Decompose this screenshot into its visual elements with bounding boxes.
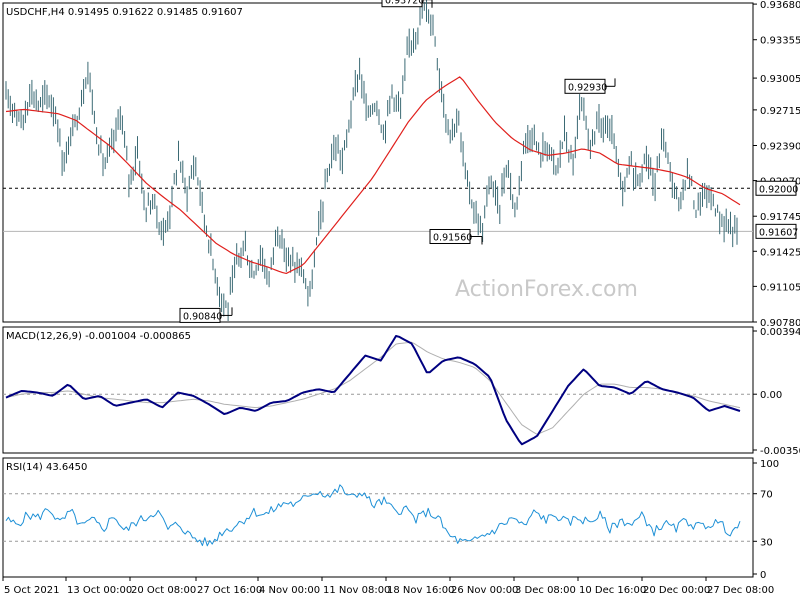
rsi-header: RSI(14) 43.6450 xyxy=(6,462,87,473)
price-ytick-label: 0.93355 xyxy=(760,36,800,47)
annotation-text: 0.92930 xyxy=(568,82,607,93)
level-092000-label: 0.92000 xyxy=(755,180,798,196)
macd-ytick-label: -0.003506 xyxy=(760,446,800,457)
price-ytick-label: 0.91105 xyxy=(760,282,800,293)
level-092000-label-text: 0.92000 xyxy=(759,184,798,195)
watermark: ActionForex.com xyxy=(455,277,638,302)
rsi-ytick-label: 30 xyxy=(760,537,773,548)
chart-svg: ActionForex.com USDCHF,H4 0.91495 0.91622… xyxy=(2,0,800,596)
x-tick-label: 10 Dec 16:00 xyxy=(579,585,646,596)
price-ytick-label: 0.92715 xyxy=(760,106,800,117)
x-tick-label: 4 Nov 00:00 xyxy=(259,585,320,596)
price-ytick-label: 0.91745 xyxy=(760,212,800,223)
chart-root: ActionForex.com USDCHF,H4 0.91495 0.91622… xyxy=(0,0,800,600)
rsi-ytick-label: 100 xyxy=(760,459,779,470)
x-tick-label: 3 Dec 08:00 xyxy=(515,585,576,596)
panel-frame-price xyxy=(2,2,754,323)
x-tick-label: 20 Oct 08:00 xyxy=(131,585,196,596)
price-ytick-label: 0.91425 xyxy=(760,247,800,258)
rsi-ytick-label: 0 xyxy=(760,570,766,581)
price-ytick-label: 0.93680 xyxy=(760,0,800,11)
macd-ytick-label: 0.00 xyxy=(760,390,782,401)
panel-frame-rsi xyxy=(2,457,754,578)
price-ytick-label: 0.92390 xyxy=(760,142,800,153)
x-tick-label: 11 Nov 08:00 xyxy=(323,585,390,596)
annotation-text: 0.90840 xyxy=(183,311,222,322)
price-header: USDCHF,H4 0.91495 0.91622 0.91485 0.9160… xyxy=(6,7,243,18)
current-price-label-text: 0.91607 xyxy=(759,227,798,238)
panel-frame-macd xyxy=(2,326,754,454)
x-tick-label: 20 Dec 00:00 xyxy=(643,585,710,596)
x-tick-label: 5 Oct 2021 xyxy=(4,585,59,596)
current-price-label: 0.91607 xyxy=(755,223,798,239)
macd-header: MACD(12,26,9) -0.001004 -0.000865 xyxy=(6,331,191,342)
x-tick-label: 13 Oct 00:00 xyxy=(67,585,132,596)
x-tick-label: 18 Nov 16:00 xyxy=(387,585,454,596)
rsi-ytick-label: 70 xyxy=(760,490,773,501)
annotation-text: 0.93720 xyxy=(385,0,424,7)
x-tick-label: 26 Nov 00:00 xyxy=(451,585,518,596)
x-tick-label: 27 Dec 08:00 xyxy=(707,585,774,596)
annotation-text: 0.91560 xyxy=(433,232,472,243)
price-ytick-label: 0.93005 xyxy=(760,74,800,85)
macd-ytick-label: 0.003944 xyxy=(760,327,800,338)
x-tick-label: 27 Oct 16:00 xyxy=(197,585,262,596)
